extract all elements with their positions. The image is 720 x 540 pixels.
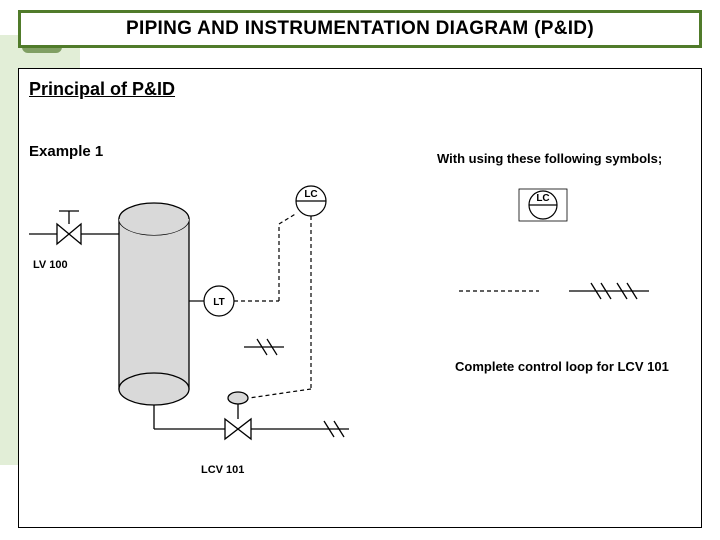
vessel-icon xyxy=(119,203,189,405)
pid-diagram: LC LT xyxy=(19,69,703,529)
lc-to-actuator xyxy=(249,389,311,398)
legend-lc-text: LC xyxy=(536,193,549,204)
content-panel: Principal of P&ID Example 1 With using t… xyxy=(18,68,702,528)
lc-text: LC xyxy=(304,189,317,200)
lt-text: LT xyxy=(213,297,224,308)
legend-lc-icon: LC xyxy=(519,189,567,221)
lt-instrument-icon: LT xyxy=(204,286,234,316)
title-bar: PIPING AND INSTRUMENTATION DIAGRAM (P&ID… xyxy=(18,10,702,48)
signal-line-lt-lc xyxy=(234,213,297,301)
legend-solid-line-icon xyxy=(569,283,649,299)
lc-instrument-icon: LC xyxy=(296,186,326,216)
lv100-valve-icon xyxy=(29,211,119,244)
slide-title: PIPING AND INSTRUMENTATION DIAGRAM (P&ID… xyxy=(126,18,594,40)
slide: PIPING AND INSTRUMENTATION DIAGRAM (P&ID… xyxy=(0,0,720,540)
outlet-piping xyxy=(154,392,349,439)
tick-marks xyxy=(244,339,284,355)
